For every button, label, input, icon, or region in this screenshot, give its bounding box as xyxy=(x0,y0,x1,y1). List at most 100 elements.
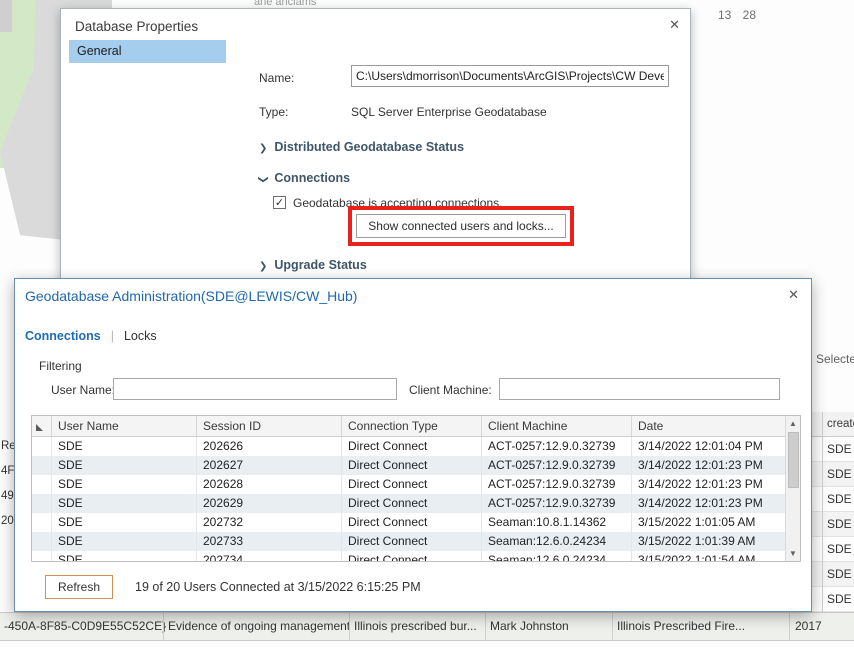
section-label: Upgrade Status xyxy=(274,258,367,272)
scrollbar-thumb[interactable] xyxy=(788,432,799,488)
column-header-session-id[interactable]: Session ID xyxy=(197,416,342,436)
row-selector[interactable] xyxy=(32,513,52,532)
background-column-header: create xyxy=(812,412,854,437)
cell-session-id: 202628 xyxy=(197,475,342,494)
gridline xyxy=(163,613,164,640)
cell-session-id: 202734 xyxy=(197,551,342,561)
table-row[interactable]: SDE 202732 Direct Connect Seaman:10.8.1.… xyxy=(32,513,800,532)
cell-connection-type: Direct Connect xyxy=(342,494,482,513)
scroll-down-icon[interactable]: ▼ xyxy=(786,546,800,561)
map-coordinate-label: 13 28 xyxy=(718,8,757,22)
background-cell: Evidence of ongoing management xyxy=(168,619,351,633)
user-name-filter-input[interactable] xyxy=(113,378,397,400)
gridline xyxy=(789,613,790,640)
column-header-user-name[interactable]: User Name xyxy=(52,416,197,436)
row-selector[interactable] xyxy=(32,456,52,475)
client-machine-label: Client Machine: xyxy=(409,383,492,397)
cell-client-machine: ACT-0257:12.9.0.32739 xyxy=(482,475,632,494)
cell-connection-type: Direct Connect xyxy=(342,551,482,561)
row-selector[interactable] xyxy=(32,494,52,513)
cell-date: 3/15/2022 1:01:54 AM xyxy=(632,551,787,561)
vertical-scrollbar[interactable]: ▲ ▼ xyxy=(785,416,800,561)
table-row[interactable]: SDE 202733 Direct Connect Seaman:12.6.0.… xyxy=(32,532,800,551)
scroll-up-icon[interactable]: ▲ xyxy=(786,416,800,431)
column-header-date[interactable]: Date xyxy=(632,416,787,436)
row-selector[interactable] xyxy=(32,475,52,494)
background-table-cell: SDE xyxy=(812,562,854,587)
refresh-button[interactable]: Refresh xyxy=(45,575,113,599)
cell-user-name: SDE xyxy=(52,475,197,494)
close-icon[interactable]: ✕ xyxy=(788,287,799,303)
table-row[interactable]: SDE 202734 Direct Connect Seaman:12.6.0.… xyxy=(32,551,800,561)
section-label: Distributed Geodatabase Status xyxy=(274,140,465,154)
cell-connection-type: Direct Connect xyxy=(342,437,482,456)
table-header-row: User Name Session ID Connection Type Cli… xyxy=(32,416,800,437)
cell-user-name: SDE xyxy=(52,456,197,475)
sidebar-item-general[interactable]: General xyxy=(69,40,226,63)
background-cell: Illinois Prescribed Fire... xyxy=(617,619,746,633)
type-value: SQL Server Enterprise Geodatabase xyxy=(351,105,547,119)
table-row[interactable]: SDE 202629 Direct Connect ACT-0257:12.9.… xyxy=(32,494,800,513)
name-label: Name: xyxy=(259,71,295,85)
background-cell: Illinois prescribed bur... xyxy=(354,619,477,633)
chevron-down-icon: ❯ xyxy=(257,175,269,184)
cell-client-machine: Seaman:10.8.1.14362 xyxy=(482,513,632,532)
section-connections[interactable]: ❯ Connections xyxy=(257,171,351,185)
cell-date: 3/14/2022 12:01:23 PM xyxy=(632,494,787,513)
screen: 13 28 ane anciams Selecte Rep 4F6 49 20 … xyxy=(0,0,854,648)
row-selector[interactable] xyxy=(32,551,52,561)
red-annotation-rectangle xyxy=(348,206,574,246)
column-header-client-machine[interactable]: Client Machine xyxy=(482,416,632,436)
cell-session-id: 202627 xyxy=(197,456,342,475)
background-selected-label: Selecte xyxy=(816,352,854,366)
connection-status-text: 19 of 20 Users Connected at 3/15/2022 6:… xyxy=(135,580,421,594)
section-distributed-geodatabase-status[interactable]: ❯ Distributed Geodatabase Status xyxy=(259,140,464,154)
section-upgrade-status[interactable]: ❯ Upgrade Status xyxy=(259,258,367,272)
cell-user-name: SDE xyxy=(52,513,197,532)
connections-table: User Name Session ID Connection Type Cli… xyxy=(31,415,801,562)
background-table-cell: SDE xyxy=(812,487,854,512)
cell-session-id: 202732 xyxy=(197,513,342,532)
gridline xyxy=(612,613,613,640)
user-name-label: User Name: xyxy=(51,383,116,397)
row-selector[interactable] xyxy=(32,532,52,551)
cell-date: 3/14/2022 12:01:23 PM xyxy=(632,475,787,494)
close-icon[interactable]: ✕ xyxy=(669,17,680,33)
cell-date: 3/14/2022 12:01:23 PM xyxy=(632,456,787,475)
corner-triangle-icon xyxy=(36,424,43,431)
dialog-title: Geodatabase Administration(SDE@LEWIS/CW_… xyxy=(25,288,358,304)
background-cell: Mark Johnston xyxy=(490,619,569,633)
geodatabase-administration-dialog: Geodatabase Administration(SDE@LEWIS/CW_… xyxy=(14,278,812,612)
cell-user-name: SDE xyxy=(52,437,197,456)
cell-user-name: SDE xyxy=(52,551,197,561)
row-selector-header[interactable] xyxy=(32,416,52,436)
chevron-right-icon: ❯ xyxy=(259,261,268,272)
cell-connection-type: Direct Connect xyxy=(342,513,482,532)
background-table-cell: SDE xyxy=(812,512,854,537)
name-field[interactable] xyxy=(351,65,669,87)
map-gray-building-small xyxy=(0,0,12,32)
chevron-right-icon: ❯ xyxy=(259,143,268,154)
background-table-cell: SDE xyxy=(812,437,854,462)
cell-client-machine: Seaman:12.6.0.24234 xyxy=(482,551,632,561)
cell-session-id: 202626 xyxy=(197,437,342,456)
row-selector[interactable] xyxy=(32,437,52,456)
background-table-cell: SDE xyxy=(812,587,854,612)
cell-connection-type: Direct Connect xyxy=(342,532,482,551)
client-machine-filter-input[interactable] xyxy=(499,378,780,400)
cell-date: 3/14/2022 12:01:04 PM xyxy=(632,437,787,456)
tab-connections[interactable]: Connections xyxy=(25,329,101,343)
background-table-cell: SDE xyxy=(812,537,854,562)
accepting-connections-checkbox[interactable]: ✓ xyxy=(273,196,286,209)
cell-date: 3/15/2022 1:01:05 AM xyxy=(632,513,787,532)
column-header-connection-type[interactable]: Connection Type xyxy=(342,416,482,436)
section-label: Connections xyxy=(274,171,351,185)
table-row[interactable]: SDE 202626 Direct Connect ACT-0257:12.9.… xyxy=(32,437,800,456)
background-guid-cell: -450A-8F85-C0D9E55C52CE} xyxy=(4,619,167,633)
background-column-gridline xyxy=(822,412,823,612)
tab-locks[interactable]: Locks xyxy=(124,329,157,343)
database-properties-dialog: Database Properties ✕ General Name: Type… xyxy=(60,8,691,288)
table-row[interactable]: SDE 202628 Direct Connect ACT-0257:12.9.… xyxy=(32,475,800,494)
table-row[interactable]: SDE 202627 Direct Connect ACT-0257:12.9.… xyxy=(32,456,800,475)
dialog-title: Database Properties xyxy=(75,19,199,34)
